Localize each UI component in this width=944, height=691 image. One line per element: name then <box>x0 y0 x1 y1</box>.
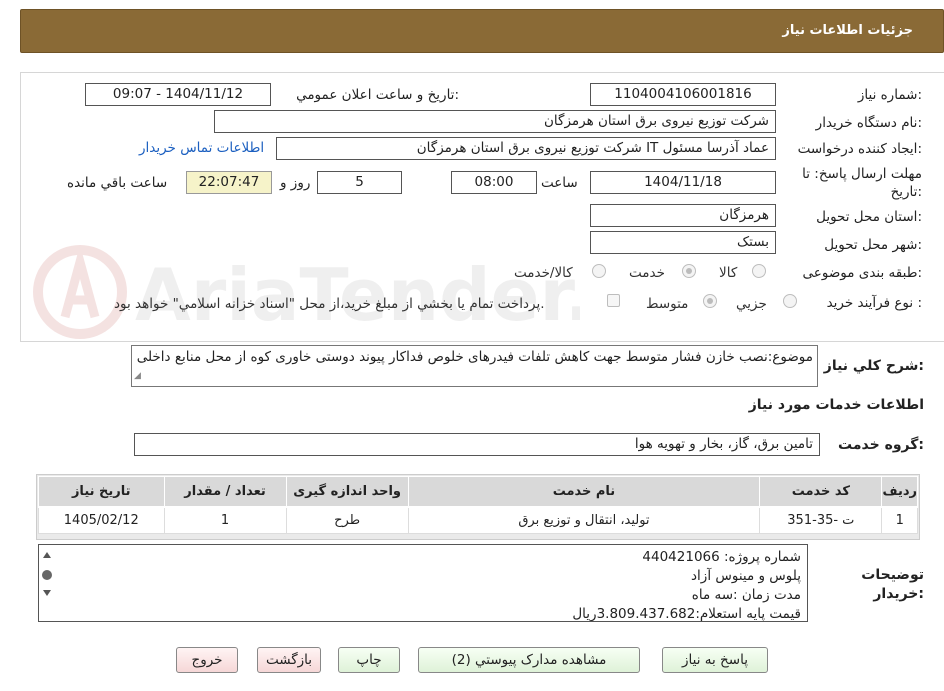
need-number-field: 1104004106001816 <box>590 83 776 106</box>
cell-service-code: ت -35-351 <box>759 506 883 534</box>
services-table: رديف كد خدمت نام خدمت واحد اندازه گيری ت… <box>38 476 918 534</box>
deadline-time-label: ساعت <box>541 175 578 191</box>
resize-grip-icon[interactable]: ◢ <box>134 367 141 385</box>
process-radio-minor[interactable] <box>783 294 797 308</box>
announce-datetime-field: 1404/11/12 - 09:07 <box>85 83 271 106</box>
city-field: بستک <box>590 231 776 254</box>
print-button[interactable]: چاپ <box>338 647 400 673</box>
category-option-goods-service: كالا/خدمت <box>514 265 573 281</box>
need-number-label: شماره نياز: <box>857 87 922 103</box>
process-radio-medium[interactable] <box>703 294 717 308</box>
scroll-up-icon <box>43 552 51 558</box>
exit-button[interactable]: خروج <box>176 647 238 673</box>
notes-line: مدت زمان :سه ماه <box>691 587 801 603</box>
treasury-checkbox[interactable] <box>607 294 620 307</box>
notes-textarea[interactable]: شماره پروژه: 440421066 پلوس و مینوس آزاد… <box>38 544 808 622</box>
scroll-thumb-icon <box>42 570 52 580</box>
deadline-date-field: 1404/11/18 <box>590 171 776 194</box>
scroll-down-icon <box>43 590 51 596</box>
notes-scrollbar[interactable] <box>39 545 55 621</box>
col-need-date: تاريخ نياز <box>38 476 165 508</box>
summary-text: موضوع:نصب خازن فشار متوسط جهت کاهش تلفات… <box>136 349 813 365</box>
category-radio-service[interactable] <box>682 264 696 278</box>
province-label: استان محل تحويل: <box>816 209 922 225</box>
service-group-label: گروه خدمت: <box>838 437 924 453</box>
summary-label: شرح كلي نياز: <box>823 358 924 374</box>
remaining-time-field: 22:07:47 <box>186 171 272 194</box>
col-quantity: تعداد / مقدار <box>163 476 287 508</box>
remaining-label: ساعت باقي مانده <box>67 175 168 191</box>
cell-need-date: 1405/02/12 <box>38 506 165 534</box>
category-label: طبقه بندی موضوعی: <box>802 265 922 281</box>
requester-field: عماد آذرسا مسئول IT شركت توزيع نيروی برق… <box>276 137 776 160</box>
city-label: شهر محل تحويل: <box>824 237 922 253</box>
header-bar: جزئيات اطلاعات نياز <box>20 9 944 53</box>
buyer-org-field: شركت توزيع نيروی برق استان هرمزگان <box>214 110 776 133</box>
category-radio-goods[interactable] <box>752 264 766 278</box>
service-group-field: تامين برق، گاز، بخار و تهويه هوا <box>134 433 820 456</box>
process-option-minor: جزيي <box>736 296 767 312</box>
col-row: رديف <box>881 476 918 508</box>
province-field: هرمزگان <box>590 204 776 227</box>
col-unit: واحد اندازه گيری <box>285 476 409 508</box>
buyer-contact-link[interactable]: اطلاعات تماس خريدار <box>139 140 264 156</box>
page-title: جزئيات اطلاعات نياز <box>782 23 913 38</box>
col-service-name: نام خدمت <box>407 476 761 508</box>
cell-service-name: توليد، انتقال و توزيع برق <box>407 506 761 534</box>
deadline-label: مهلت ارسال پاسخ: تا <box>802 166 922 182</box>
back-button[interactable]: بازگشت <box>257 647 321 673</box>
notes-line: قیمت پایه استعلام:3.809.437.682ریال <box>572 606 801 622</box>
attachments-button[interactable]: مشاهده مدارک پيوستي (2) <box>418 647 640 673</box>
requester-label: ايجاد كننده درخواست: <box>797 141 922 157</box>
reply-button[interactable]: پاسخ به نياز <box>662 647 768 673</box>
notes-label-2: خريدار: <box>873 586 924 602</box>
table-row: 1 ت -35-351 توليد، انتقال و توزيع برق طر… <box>38 506 918 534</box>
category-option-service: خدمت <box>629 265 665 281</box>
notes-line: پلوس و مینوس آزاد <box>691 568 801 584</box>
process-label: نوع فرآيند خريد : <box>826 295 922 311</box>
cell-unit: طرح <box>285 506 409 534</box>
buyer-org-label: نام دستگاه خريدار: <box>815 115 922 131</box>
notes-label-1: توضيحات <box>861 567 924 583</box>
days-label: روز و <box>280 175 311 191</box>
announce-label: تاريخ و ساعت اعلان عمومي: <box>296 87 459 103</box>
category-radio-goods-service[interactable] <box>592 264 606 278</box>
summary-textarea[interactable]: موضوع:نصب خازن فشار متوسط جهت کاهش تلفات… <box>131 345 818 387</box>
days-field: 5 <box>317 171 402 194</box>
process-option-medium: متوسط <box>646 296 689 312</box>
payment-note: پرداخت تمام يا بخشي از مبلغ خريد،از محل … <box>114 296 545 312</box>
category-option-goods: كالا <box>719 265 738 281</box>
notes-line: شماره پروژه: 440421066 <box>642 549 801 565</box>
services-section-title: اطلاعات خدمات مورد نياز <box>748 397 924 413</box>
col-service-code: كد خدمت <box>759 476 883 508</box>
cell-quantity: 1 <box>163 506 287 534</box>
cell-row: 1 <box>881 506 918 534</box>
deadline-date-label: تاريخ: <box>890 184 922 200</box>
deadline-time-field: 08:00 <box>451 171 537 194</box>
